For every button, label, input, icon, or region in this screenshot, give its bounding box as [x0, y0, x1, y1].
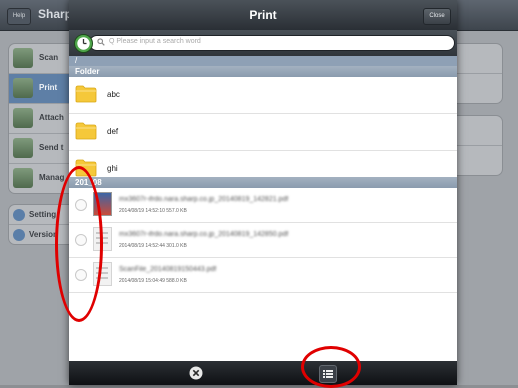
help-button[interactable]: Help — [7, 8, 31, 25]
file-name: mx3607r-ifrdo.nara.sharp.co.jp_20140819_… — [119, 231, 289, 238]
search-icon — [97, 38, 105, 46]
menu-item-version[interactable]: Version — [9, 225, 71, 244]
file-thumbnail — [93, 192, 112, 216]
select-radio[interactable] — [75, 234, 87, 246]
send-icon — [13, 138, 33, 158]
file-item[interactable]: ScanFile_20140819150443.pdf 2014/08/19 1… — [69, 258, 457, 293]
menu-item-print[interactable]: Print — [9, 74, 71, 104]
file-meta: 2014/08/19 14:52:44 301.0 KB — [119, 243, 187, 249]
file-section-header: 201_08 — [69, 177, 457, 188]
dialog-header: Print Close — [69, 0, 457, 30]
file-thumbnail — [93, 227, 112, 251]
print-dialog: Print Close Q Please input a search word… — [69, 0, 457, 385]
select-radio[interactable] — [75, 199, 87, 211]
background-panel-bottom — [454, 115, 503, 176]
folder-icon — [75, 85, 97, 103]
menu-item-scan[interactable]: Scan — [9, 44, 71, 74]
path-bar: / — [69, 56, 457, 66]
attach-icon — [13, 108, 33, 128]
list-icon — [323, 370, 333, 378]
file-thumbnail — [93, 262, 112, 286]
folder-icon — [75, 122, 97, 140]
gear-icon — [13, 209, 25, 221]
folder-icon — [75, 159, 97, 177]
folder-item-abc[interactable]: abc — [69, 77, 457, 114]
file-item[interactable]: mx3607r-ifrdo.nara.sharp.co.jp_20140819_… — [69, 188, 457, 223]
menu-item-manage[interactable]: Manag — [9, 164, 71, 193]
select-radio[interactable] — [75, 269, 87, 281]
search-bar: Q Please input a search word — [69, 30, 457, 56]
menu-item-attach[interactable]: Attach — [9, 104, 71, 134]
file-name: ScanFile_20140819150443.pdf — [119, 266, 217, 273]
close-button[interactable]: Close — [423, 8, 451, 25]
search-input[interactable]: Q Please input a search word — [89, 35, 455, 51]
file-meta: 2014/08/19 14:52:10 557.0 KB — [119, 208, 187, 214]
info-icon — [13, 229, 25, 241]
background-title: Sharp — [38, 7, 73, 21]
manage-icon — [13, 168, 33, 188]
file-item[interactable]: mx3607r-ifrdo.nara.sharp.co.jp_20140819_… — [69, 223, 457, 258]
file-meta: 2014/08/19 15:04:49 588.0 KB — [119, 278, 187, 284]
search-placeholder: Q Please input a search word — [109, 38, 201, 45]
clock-icon[interactable] — [73, 33, 94, 54]
folder-section-header: Folder — [69, 66, 457, 77]
background-settings-menu: Setting Version — [8, 204, 71, 245]
list-view-button[interactable] — [319, 365, 337, 383]
menu-item-send[interactable]: Send t — [9, 134, 71, 164]
scan-icon — [13, 48, 33, 68]
cancel-icon[interactable] — [189, 366, 203, 380]
folder-item-def[interactable]: def — [69, 114, 457, 151]
dialog-title: Print — [249, 8, 277, 22]
background-menu: Scan Print Attach Send t Manag — [8, 43, 71, 194]
dialog-toolbar — [69, 361, 457, 385]
background-panel-top — [454, 43, 503, 104]
file-name: mx3607r-ifrdo.nara.sharp.co.jp_20140819_… — [119, 196, 289, 203]
print-icon — [13, 78, 33, 98]
menu-item-settings[interactable]: Setting — [9, 205, 71, 225]
